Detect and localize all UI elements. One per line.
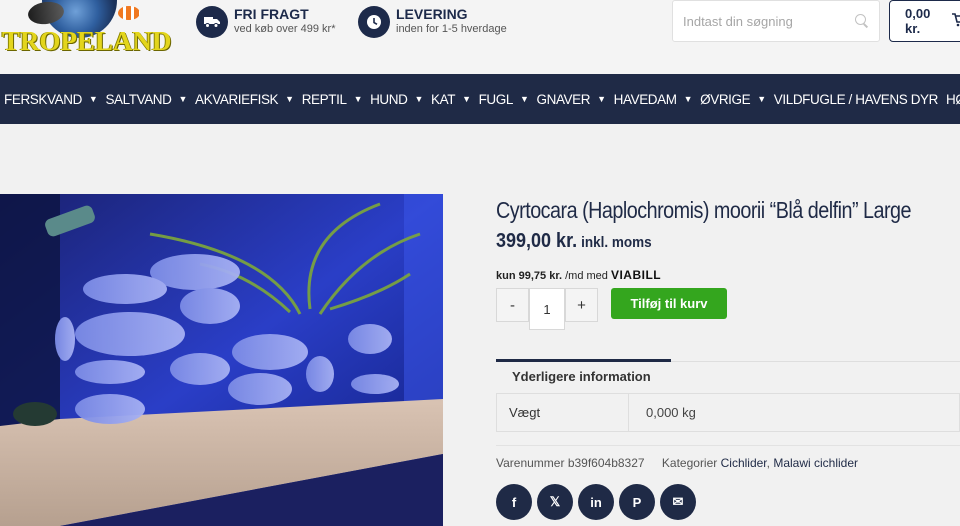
chevron-down-icon: ▼ [353,94,363,104]
chevron-down-icon: ▼ [519,94,529,104]
category-link[interactable]: Malawi cichlider [773,456,858,470]
chevron-down-icon: ▼ [683,94,693,104]
nav-item-havedam[interactable]: HAVEDAM ▼ [610,74,696,124]
categories-label: Kategorier [661,456,718,470]
logo-text: TROPELAND [2,26,172,56]
chevron-down-icon: ▼ [88,94,98,104]
search-placeholder: Indtast din søgning [683,13,793,29]
product-meta: Varenummer b39f604b8327 Kategorier Cichl… [496,456,858,470]
usp-delivery: LEVERING inden for 1-5 hverdage [358,6,507,38]
nav-item-høns-fjerkræ[interactable]: HØNS / FJERKRÆ [942,74,960,124]
attributes-table: Vægt 0,000 kg [496,393,960,432]
pinterest-icon[interactable]: P [619,484,655,520]
cart-total: 0,00 kr. [905,6,931,36]
main-navigation: FERSKVAND ▼ SALTVAND ▼ AKVARIEFISK ▼ REPTIL ▼ HU… [0,74,960,124]
usp-title: LEVERING [396,6,468,22]
add-to-cart-button[interactable]: Tilføj til kurv [611,288,727,319]
usp-free-shipping: FRI FRAGT ved køb over 499 kr* [196,6,336,38]
price-suffix: inkl. moms [581,234,652,251]
meta-divider [496,445,960,446]
usp-subtitle: inden for 1-5 hverdage [396,23,507,35]
search-icon[interactable] [855,14,869,28]
nav-item-hund[interactable]: HUND ▼ [366,74,427,124]
nav-item-label: SALTVAND [105,91,172,107]
tab-active-indicator [496,359,671,362]
chevron-down-icon: ▼ [597,94,606,104]
site-header: TROPELAND FRI FRAGT ved køb over 499 kr*… [0,0,960,74]
cart-button[interactable]: 0,00 kr. [889,0,960,42]
nav-item-label: REPTIL [301,91,347,107]
chevron-down-icon: ▼ [757,94,766,104]
nav-item-label: FUGL [478,91,514,107]
quantity-stepper: - 1 + [496,288,598,330]
nav-item-label: HUND [370,91,408,107]
viabill-info: kun 99,75 kr. /md med VIABILL [496,268,661,282]
share-buttons: f 𝕏 in P ✉ [496,484,701,520]
tab-additional-info[interactable]: Yderligere information [512,369,651,384]
email-icon[interactable]: ✉ [660,484,696,520]
viabill-logo: VIABILL [610,268,662,282]
nav-item-gnaver[interactable]: GNAVER ▼ [533,74,610,124]
product-title: Cyrtocara (Haplochromis) moorii “Blå del… [496,197,912,223]
nav-item-kat[interactable]: KAT ▼ [427,74,475,124]
nav-item-label: VILDFUGLE / HAVENS DYR [773,91,939,107]
attribute-value: 0,000 kg [646,405,696,420]
viabill-amount: kun 99,75 kr. [496,270,563,282]
usp-subtitle: ved køb over 499 kr* [234,23,336,35]
nav-item-label: AKVARIEFISK [195,91,279,107]
chevron-down-icon: ▼ [414,94,423,104]
facebook-icon[interactable]: f [496,484,532,520]
truck-icon [196,6,228,38]
nav-item-saltvand[interactable]: SALTVAND ▼ [101,74,191,124]
nav-item-reptil[interactable]: REPTIL ▼ [298,74,366,124]
site-logo[interactable]: TROPELAND [0,0,175,62]
nav-item-fugl[interactable]: FUGL ▼ [475,74,533,124]
quantity-input[interactable]: 1 [529,288,565,330]
nav-item-vildfugle-havens-dyr[interactable]: VILDFUGLE / HAVENS DYR [770,74,942,124]
linkedin-icon[interactable]: in [578,484,614,520]
nav-item-label: GNAVER [536,91,591,107]
category-link[interactable]: Cichlider [721,456,767,470]
sku-value: b39f604b8327 [567,456,645,470]
price-row: 399,00 kr. inkl. moms [496,230,652,253]
qty-plus-button[interactable]: + [565,288,598,322]
x-icon[interactable]: 𝕏 [537,484,573,520]
viabill-text: /md med [562,270,611,282]
chevron-down-icon: ▼ [462,94,471,104]
sku-label: Varenummer [496,456,565,470]
qty-minus-button[interactable]: - [496,288,529,322]
clock-icon [358,6,390,38]
product-price: 399,00 kr. [496,230,578,252]
product-image[interactable] [0,194,443,526]
nav-item-label: ØVRIGE [700,91,751,107]
nav-item-label: HØNS / FJERKRÆ [946,91,960,107]
attribute-label: Vægt [497,394,629,431]
nav-item-label: HAVEDAM [613,91,677,107]
chevron-down-icon: ▼ [178,94,188,104]
cart-icon [952,12,960,30]
clownfish-graphic [118,6,140,20]
search-input[interactable]: Indtast din søgning [672,0,880,42]
nav-item-label: FERSKVAND [4,91,82,107]
chevron-down-icon: ▼ [285,94,294,104]
nav-item-akvariefisk[interactable]: AKVARIEFISK ▼ [191,74,298,124]
usp-title: FRI FRAGT [234,6,309,22]
nav-item-øvrige[interactable]: ØVRIGE ▼ [696,74,770,124]
nav-item-label: KAT [431,91,456,107]
nav-item-ferskvand[interactable]: FERSKVAND ▼ [0,74,101,124]
